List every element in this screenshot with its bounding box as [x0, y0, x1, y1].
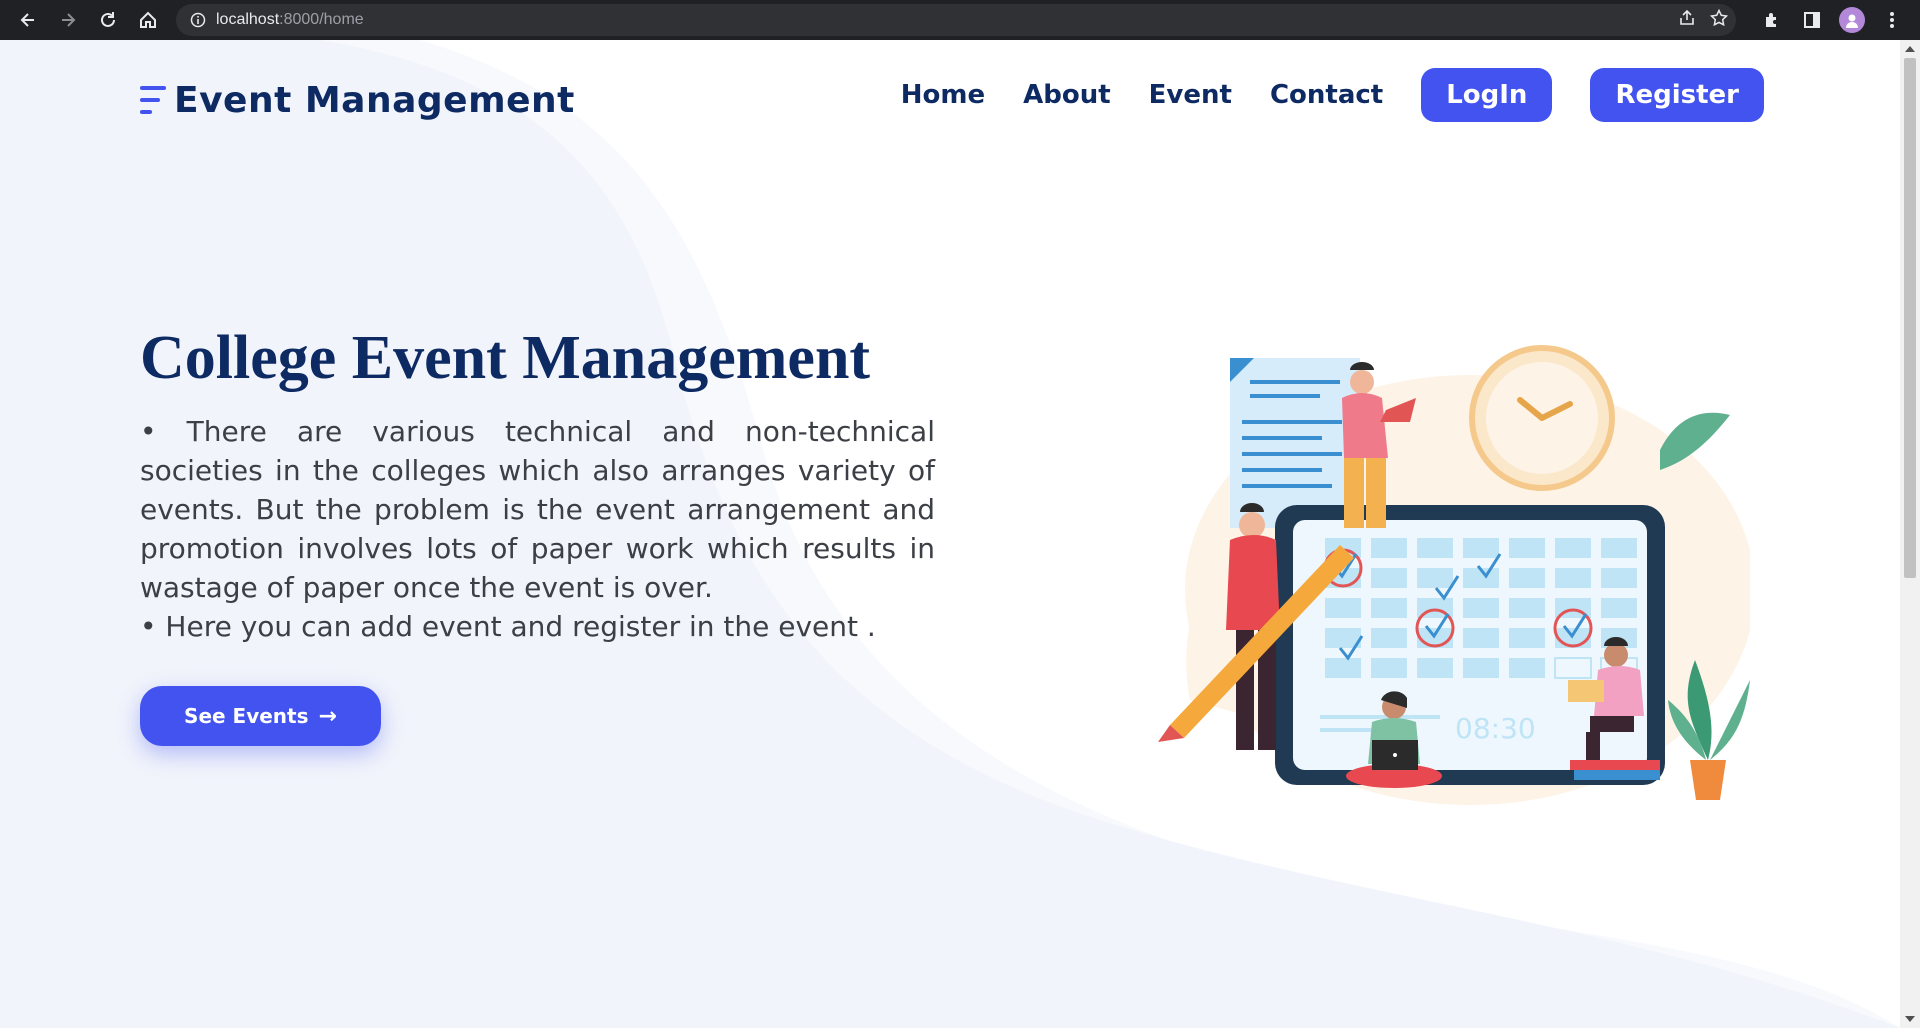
back-icon[interactable]	[8, 0, 48, 40]
register-button[interactable]: Register	[1590, 68, 1764, 122]
forward-icon[interactable]	[48, 0, 88, 40]
home-icon[interactable]	[128, 0, 168, 40]
info-icon[interactable]	[188, 10, 208, 30]
hero-title: College Event Management	[140, 324, 871, 392]
menu-lines-icon	[140, 85, 166, 114]
hero-paragraph-1: • There are various technical and non-te…	[140, 415, 935, 604]
profile-avatar[interactable]	[1834, 0, 1870, 40]
address-bar[interactable]: localhost:8000/home	[176, 4, 1736, 36]
web-page: Event Management Home About Event Contac…	[0, 40, 1900, 1028]
clock-time-text: 08:30	[1455, 712, 1536, 745]
extensions-icon[interactable]	[1754, 0, 1790, 40]
browser-toolbar: localhost:8000/home	[0, 0, 1920, 40]
clock-graphic	[1469, 345, 1615, 491]
logo-text: Event Management	[174, 80, 575, 121]
url-path: :8000/home	[279, 11, 364, 28]
scroll-down-icon[interactable]	[1905, 1016, 1915, 1022]
bookmark-star-icon[interactable]	[1709, 8, 1729, 31]
hero-description: • There are various technical and non-te…	[140, 412, 935, 646]
hero-paragraph-2: • Here you can add event and register in…	[140, 610, 876, 643]
nav-link-home[interactable]: Home	[901, 80, 985, 110]
side-panel-icon[interactable]	[1794, 0, 1830, 40]
scrollbar-thumb[interactable]	[1904, 58, 1916, 578]
document-graphic	[1230, 358, 1360, 528]
login-button[interactable]: LogIn	[1421, 68, 1553, 122]
see-events-button[interactable]: See Events →	[140, 686, 381, 746]
main-nav: Home About Event Contact LogIn Register	[863, 68, 1764, 122]
site-logo[interactable]: Event Management	[140, 80, 575, 121]
url-host: localhost	[216, 11, 280, 28]
reload-icon[interactable]	[88, 0, 128, 40]
see-events-label: See Events	[184, 704, 309, 728]
menu-dots-icon[interactable]	[1874, 0, 1910, 40]
nav-link-contact[interactable]: Contact	[1270, 80, 1383, 110]
arrow-right-icon: →	[318, 703, 337, 729]
url-text[interactable]: localhost:8000/home	[216, 11, 364, 29]
nav-link-about[interactable]: About	[1023, 80, 1111, 110]
nav-link-event[interactable]: Event	[1149, 80, 1232, 110]
scroll-up-icon[interactable]	[1905, 46, 1915, 52]
page-scrollbar[interactable]	[1900, 40, 1920, 1028]
share-icon[interactable]	[1678, 9, 1696, 31]
event-planning-illustration: 08:30	[1158, 345, 1750, 805]
